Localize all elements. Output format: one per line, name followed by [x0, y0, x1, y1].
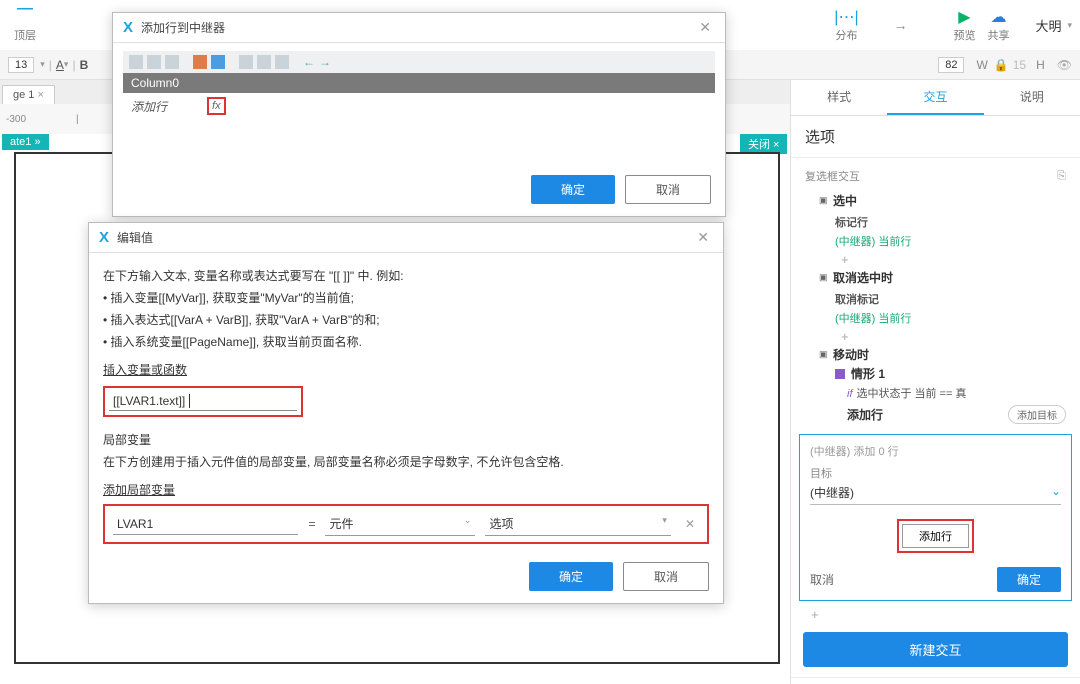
local-var-row-highlight: LVAR1 = 元件⌄ 选项▾ ✕: [103, 504, 709, 544]
arrow-right-icon[interactable]: →: [893, 17, 907, 33]
dialog2-cancel[interactable]: 取消: [623, 562, 709, 591]
action-config: (中继器) 添加 0 行 目标 (中继器)⌄ 添加行 取消 确定: [799, 434, 1072, 601]
tab-interact[interactable]: 交互: [887, 80, 983, 115]
inspector-panel: 样式 交互 说明 选项 复选框交互⎘ ▣选中 标记行 (中继器) 当前行 + ▣…: [790, 80, 1080, 684]
dialog1-cancel[interactable]: 取消: [625, 175, 711, 204]
fx-button[interactable]: fx: [207, 97, 226, 115]
new-interaction-button[interactable]: 新建交互: [803, 632, 1068, 667]
preview-group[interactable]: ▶ 预览: [953, 7, 975, 43]
text-color-icon[interactable]: A: [56, 58, 64, 72]
widget-title: 选项: [791, 116, 1080, 157]
add-row-dialog: X 添加行到中继器 ✕ ←→ Column0 添加行 fx 确定 取消: [112, 12, 726, 217]
action-confirm[interactable]: 确定: [997, 567, 1061, 592]
insert-variable-link[interactable]: 插入变量或函数: [103, 361, 187, 378]
close-chip[interactable]: 关闭 ×: [740, 134, 787, 154]
app-logo-icon: X: [123, 19, 133, 36]
add-local-var-link[interactable]: 添加局部变量: [103, 481, 175, 498]
lock-icon[interactable]: 🔒: [994, 58, 1009, 72]
app-logo-icon: X: [99, 229, 109, 246]
top-align-icon: ⎺: [15, 7, 35, 27]
var-delete-icon[interactable]: ✕: [681, 517, 699, 531]
event-select[interactable]: ▣选中: [805, 190, 1066, 211]
event-unselect[interactable]: ▣取消选中时: [805, 267, 1066, 288]
top-align-group[interactable]: ⎺ 顶层: [14, 7, 36, 43]
add-event[interactable]: +: [811, 607, 1080, 622]
grid-addrow[interactable]: 添加行 fx: [123, 93, 715, 119]
action-cancel[interactable]: 取消: [810, 571, 834, 588]
dialog2-ok[interactable]: 确定: [529, 562, 613, 591]
font-size-input[interactable]: 13: [8, 57, 34, 73]
add-action-2[interactable]: +: [841, 329, 1066, 344]
h-label: H: [1036, 58, 1045, 72]
column-header[interactable]: Column0: [123, 73, 715, 93]
help-line-3: • 插入表达式[[VarA + VarB]], 获取"VarA + VarB"的…: [103, 311, 709, 329]
var-type-select[interactable]: 元件⌄: [325, 512, 475, 536]
add-action-1[interactable]: +: [841, 252, 1066, 267]
state-chip[interactable]: ate1 »: [2, 134, 49, 150]
edit-value-dialog: X 编辑值 ✕ 在下方输入文本, 变量名称或表达式要写在 "[[ ]]" 中. …: [88, 222, 724, 604]
action-head: (中继器) 添加 0 行: [810, 443, 1061, 459]
add-target-pill[interactable]: 添加目标: [1008, 405, 1066, 424]
link-icon[interactable]: ⎘: [1057, 170, 1066, 183]
local-vars-heading: 局部变量: [103, 431, 709, 449]
share-group[interactable]: ☁ 共享: [987, 7, 1009, 43]
add-row-button[interactable]: 添加行: [902, 524, 969, 548]
visibility-icon[interactable]: 👁: [1057, 58, 1072, 72]
target-select[interactable]: (中继器)⌄: [810, 481, 1061, 505]
preview-label: 预览: [953, 27, 975, 43]
dialog2-title: 编辑值: [117, 229, 693, 246]
share-label: 共享: [987, 27, 1009, 43]
dialog1-toolbar: ←→: [123, 51, 715, 73]
w-label: W: [976, 58, 987, 72]
dialog1-title: 添加行到中继器: [141, 19, 695, 36]
help-line-2: • 插入变量[[MyVar]], 获取变量"MyVar"的当前值;: [103, 289, 709, 307]
section-checkbox: 复选框交互: [805, 168, 860, 184]
dialog1-close-icon[interactable]: ✕: [695, 19, 715, 36]
distribute-group[interactable]: |⋯| 分布: [835, 7, 857, 43]
var-name-input[interactable]: LVAR1: [113, 514, 298, 535]
case-1[interactable]: 情形 1: [805, 365, 1066, 382]
action-mark[interactable]: 标记行: [805, 214, 1066, 230]
font-size-caret[interactable]: ▾: [40, 59, 45, 70]
play-icon: ▶: [954, 7, 974, 27]
equals-label: =: [308, 517, 315, 531]
top-label: 顶层: [14, 27, 36, 43]
help-line-1: 在下方输入文本, 变量名称或表达式要写在 "[[ ]]" 中. 例如:: [103, 267, 709, 285]
page-tab[interactable]: ge 1 ×: [2, 85, 55, 104]
inspector-tabs: 样式 交互 说明: [791, 80, 1080, 116]
dialog1-ok[interactable]: 确定: [531, 175, 615, 204]
bold-icon[interactable]: B: [80, 58, 89, 72]
tab-note[interactable]: 说明: [984, 80, 1080, 115]
h-value: 15: [1013, 58, 1026, 72]
width-input[interactable]: 82: [938, 57, 964, 73]
distribute-label: 分布: [835, 27, 857, 43]
dialog2-close-icon[interactable]: ✕: [693, 229, 713, 246]
action-addrow[interactable]: 添加行: [847, 406, 883, 423]
local-vars-desc: 在下方创建用于插入元件值的局部变量, 局部变量名称必须是字母数字, 不允许包含空…: [103, 453, 709, 471]
distribute-icon: |⋯|: [836, 7, 856, 27]
action-unmark[interactable]: 取消标记: [805, 291, 1066, 307]
tbar-icon[interactable]: [129, 55, 143, 69]
user-name[interactable]: 大明: [1035, 16, 1061, 35]
tab-style[interactable]: 样式: [791, 80, 887, 115]
var-target-select[interactable]: 选项▾: [485, 512, 670, 536]
user-caret-icon[interactable]: ▾: [1067, 20, 1072, 31]
event-move[interactable]: ▣移动时: [805, 344, 1066, 365]
help-line-4: • 插入系统变量[[PageName]], 获取当前页面名称.: [103, 333, 709, 351]
cloud-icon: ☁: [988, 7, 1008, 27]
expression-field-highlight: [[LVAR1.text]]: [103, 386, 303, 417]
target-label: 目标: [810, 465, 1061, 481]
expression-input[interactable]: [[LVAR1.text]]: [109, 392, 297, 411]
